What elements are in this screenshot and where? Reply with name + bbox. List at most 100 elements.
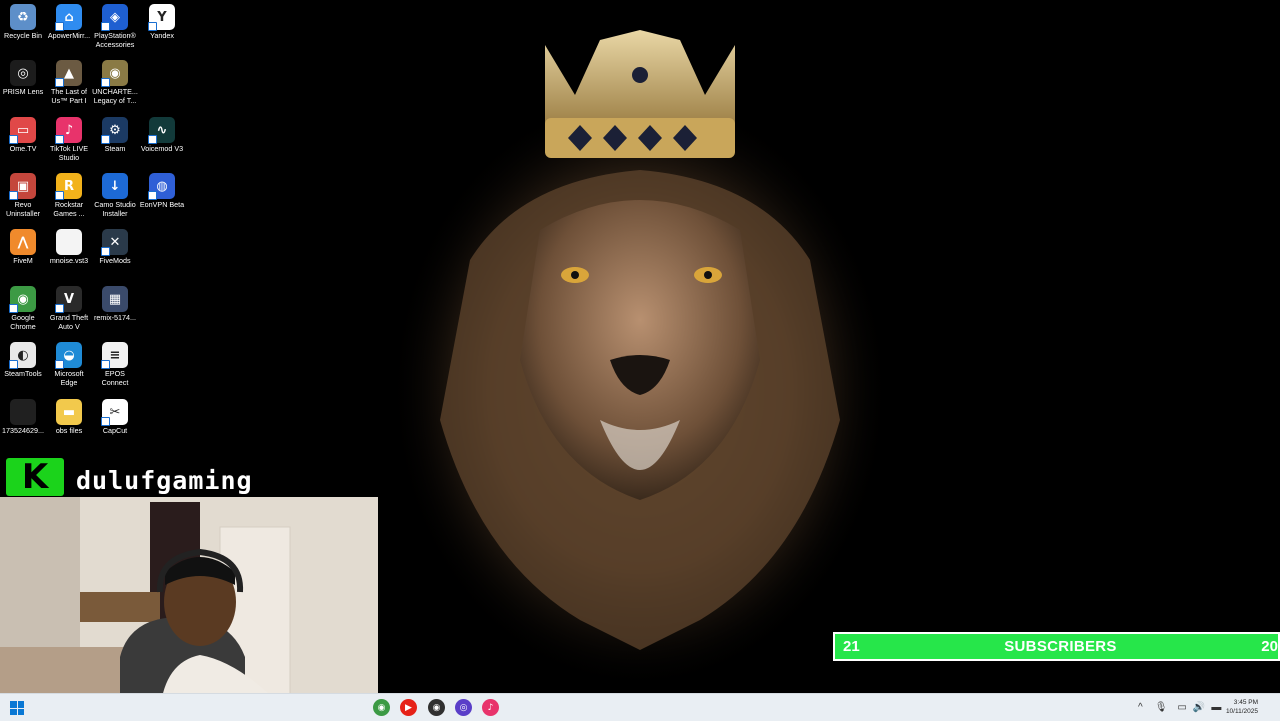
desktop-app-icon: ♻ bbox=[10, 4, 36, 30]
webcam-overlay bbox=[0, 497, 378, 710]
network-icon[interactable]: ▭ bbox=[1177, 702, 1186, 713]
desktop-icon[interactable]: ◉ Google Chrome bbox=[0, 282, 46, 332]
desktop-icon-label: Yandex bbox=[150, 31, 174, 40]
taskbar: ◉ ▶ ◉ ◎ ♪ ^ 🎙 ▭ 🔊 ▬ 3:45 PM 10/11/2025 bbox=[0, 693, 1280, 721]
taskbar-app-youtube[interactable]: ▶ bbox=[400, 699, 417, 716]
desktop-app-icon bbox=[56, 229, 82, 255]
desktop-icon-label: Microsoft Edge bbox=[54, 369, 84, 387]
speaker-icon[interactable]: 🔊 bbox=[1193, 702, 1205, 713]
stream-brand-overlay: K dulufgaming bbox=[6, 456, 253, 497]
desktop-icon[interactable]: ⚙ Steam bbox=[92, 113, 138, 154]
windows-logo-tile bbox=[17, 701, 24, 708]
battery-icon[interactable]: ▬ bbox=[1211, 702, 1221, 713]
desktop-icon[interactable]: ↓ Camo Studio Installer bbox=[92, 169, 138, 219]
desktop-icon[interactable]: ♪ TikTok LIVE Studio bbox=[46, 113, 92, 163]
desktop-icon-label: The Last of Us™ Part I bbox=[51, 87, 87, 105]
desktop-icon[interactable]: ◎ PRISM Lens bbox=[0, 56, 46, 97]
desktop-icon[interactable]: ▬ obs files bbox=[46, 395, 92, 436]
desktop-icon[interactable]: ≡ EPOS Connect bbox=[92, 338, 138, 388]
desktop-icon[interactable]: ▲ The Last of Us™ Part I bbox=[46, 56, 92, 106]
desktop-app-icon: Y bbox=[148, 4, 175, 31]
desktop-icon-label: Revo Uninstaller bbox=[6, 200, 40, 218]
desktop-app-icon: ▣ bbox=[9, 173, 36, 200]
desktop-icon-label: mnoise.vst3 bbox=[49, 256, 89, 265]
desktop-app-icon: ▦ bbox=[102, 286, 128, 312]
desktop-icon[interactable]: R Rockstar Games ... bbox=[46, 169, 92, 219]
microphone-icon[interactable]: 🎙 bbox=[1155, 702, 1168, 713]
clock-date: 10/11/2025 bbox=[1225, 708, 1258, 715]
start-button[interactable] bbox=[10, 701, 24, 715]
taskbar-clock[interactable]: 3:45 PM 10/11/2025 bbox=[1226, 698, 1258, 716]
brand-name: dulufgaming bbox=[76, 466, 253, 495]
desktop-icon-label: EonVPN Beta bbox=[139, 200, 185, 209]
desktop-icon[interactable]: ✂ CapCut bbox=[92, 395, 138, 436]
desktop-app-icon: ↓ bbox=[102, 173, 128, 199]
chevron-up-icon[interactable]: ^ bbox=[1138, 702, 1143, 713]
desktop-icon[interactable]: Y Yandex bbox=[139, 0, 185, 41]
clock-time: 3:45 PM bbox=[1233, 699, 1258, 706]
desktop-app-icon: ≡ bbox=[101, 342, 128, 369]
desktop-icon[interactable]: ✕ FiveMods bbox=[92, 225, 138, 266]
brand-k-logo: K bbox=[6, 457, 64, 497]
subscriber-goal-count: 20 bbox=[1261, 638, 1278, 655]
desktop-icon[interactable]: ▣ Revo Uninstaller bbox=[0, 169, 46, 219]
system-tray: ^ 🎙 ▭ 🔊 ▬ bbox=[1138, 694, 1221, 721]
desktop-icon[interactable]: V Grand Theft Auto V bbox=[46, 282, 92, 332]
subscriber-goal-title: SUBSCRIBERS bbox=[1004, 638, 1117, 655]
desktop-app-icon: ♪ bbox=[55, 117, 82, 144]
desktop-icon-label: obs files bbox=[55, 426, 83, 435]
desktop-icon-label: CapCut bbox=[102, 426, 128, 435]
desktop-app-icon: ✕ bbox=[101, 229, 128, 256]
desktop-icon-label: ApowerMirr... bbox=[47, 31, 91, 40]
desktop-app-icon: ▬ bbox=[56, 399, 82, 425]
desktop-app-icon: ⌂ bbox=[55, 4, 82, 31]
desktop-icon-label: remix-5174... bbox=[94, 313, 136, 322]
desktop-app-icon bbox=[10, 399, 36, 425]
desktop-icon-label: Voicemod V3 bbox=[140, 144, 184, 153]
desktop-icon[interactable]: ▦ remix-5174... bbox=[92, 282, 138, 323]
desktop-app-icon: ◒ bbox=[55, 342, 82, 369]
desktop-icon[interactable]: ◉ UNCHARTE... Legacy of T... bbox=[92, 56, 138, 106]
desktop-icon[interactable]: ◐ SteamTools bbox=[0, 338, 46, 379]
desktop-icon-label: FiveMods bbox=[99, 256, 131, 265]
desktop-icon-label: Ome.TV bbox=[9, 144, 37, 153]
desktop-icon[interactable]: ◒ Microsoft Edge bbox=[46, 338, 92, 388]
desktop-icon-label: Camo Studio Installer bbox=[94, 200, 136, 218]
desktop-app-icon: ◎ bbox=[10, 60, 36, 86]
desktop-icon[interactable]: ◍ EonVPN Beta bbox=[139, 169, 185, 210]
desktop-icon[interactable]: ▭ Ome.TV bbox=[0, 113, 46, 154]
windows-logo-tile bbox=[10, 708, 17, 715]
desktop-app-icon: ◉ bbox=[101, 60, 128, 87]
desktop-icon[interactable]: ⌂ ApowerMirr... bbox=[46, 0, 92, 41]
taskbar-app-obs[interactable]: ◉ bbox=[428, 699, 445, 716]
desktop-icon[interactable]: 173524629... bbox=[0, 395, 46, 436]
desktop-icon-label: PRISM Lens bbox=[2, 87, 44, 96]
desktop-app-icon: ⋀ bbox=[10, 229, 36, 255]
desktop-icon[interactable]: ♻ Recycle Bin bbox=[0, 0, 46, 41]
taskbar-app-chrome[interactable]: ◉ bbox=[373, 699, 390, 716]
desktop-icon-label: Steam bbox=[104, 144, 126, 153]
taskbar-app-tiktok[interactable]: ♪ bbox=[482, 699, 499, 716]
desktop-icon[interactable]: ∿ Voicemod V3 bbox=[139, 113, 185, 154]
taskbar-app-app-purple[interactable]: ◎ bbox=[455, 699, 472, 716]
desktop-icon-label: Rockstar Games ... bbox=[53, 200, 85, 218]
desktop-icon-label: TikTok LIVE Studio bbox=[49, 144, 89, 162]
desktop-icon-label: Google Chrome bbox=[10, 313, 36, 331]
desktop-icon-label: 173524629... bbox=[2, 426, 44, 435]
desktop-icon[interactable]: mnoise.vst3 bbox=[46, 225, 92, 266]
desktop-app-icon: V bbox=[55, 286, 82, 313]
webcam-video-image bbox=[0, 497, 378, 710]
desktop-icon[interactable]: ◈ PlayStation® Accessories bbox=[92, 0, 138, 50]
desktop-icon[interactable]: ⋀ FiveM bbox=[0, 225, 46, 266]
desktop-app-icon: ◉ bbox=[9, 286, 36, 313]
desktop-app-icon: ◍ bbox=[148, 173, 175, 200]
desktop-app-icon: ◐ bbox=[9, 342, 36, 369]
desktop-app-icon: R bbox=[55, 173, 82, 200]
windows-logo-tile bbox=[10, 701, 17, 708]
windows-logo-tile bbox=[17, 708, 24, 715]
subscriber-goal-bar: 21 SUBSCRIBERS 20 bbox=[833, 632, 1280, 661]
desktop-app-icon: ∿ bbox=[148, 117, 175, 144]
subscriber-current-count: 21 bbox=[843, 638, 860, 655]
desktop-icon-label: PlayStation® Accessories bbox=[94, 31, 136, 49]
desktop-icon-label: EPOS Connect bbox=[101, 369, 129, 387]
